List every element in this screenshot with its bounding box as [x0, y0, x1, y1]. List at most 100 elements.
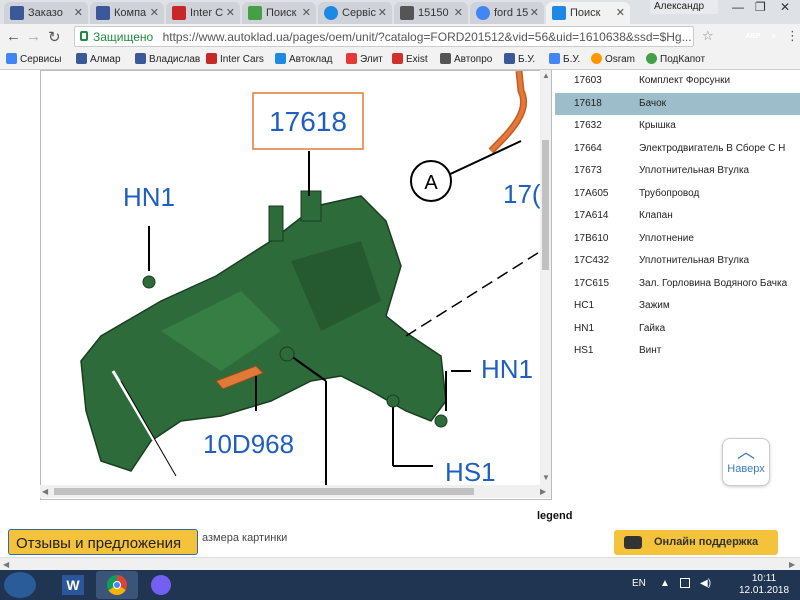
- taskbar-app-word[interactable]: W: [52, 571, 94, 599]
- close-icon[interactable]: ✕: [302, 6, 311, 19]
- bookmark-item[interactable]: Б.У.: [549, 53, 580, 65]
- scroll-right-icon[interactable]: ▶: [540, 487, 546, 496]
- close-icon[interactable]: ✕: [530, 6, 539, 19]
- parts-list-row[interactable]: 17B610 Уплотнение: [555, 228, 800, 250]
- bookmark-item[interactable]: Элит: [346, 53, 383, 65]
- scroll-left-icon[interactable]: ◀: [42, 487, 48, 496]
- network-icon[interactable]: [680, 578, 690, 588]
- browser-tab[interactable]: ford 15 ✕: [470, 2, 544, 24]
- extension-icon[interactable]: e: [766, 29, 782, 45]
- bookmark-item[interactable]: Алмар: [76, 53, 121, 65]
- taskbar-app-viber[interactable]: [140, 571, 182, 599]
- secure-label: Защищено: [93, 30, 154, 44]
- reload-icon[interactable]: ↻: [48, 28, 61, 46]
- bookmark-icon: [549, 53, 560, 64]
- scroll-down-icon[interactable]: ▼: [542, 473, 550, 482]
- diagram-horizontal-scrollbar[interactable]: ◀ ▶: [40, 485, 551, 498]
- label-partial[interactable]: 17(: [503, 179, 541, 209]
- legend-heading: legend: [537, 510, 573, 522]
- parts-list-row[interactable]: 17A605 Трубопровод: [555, 183, 800, 205]
- star-icon[interactable]: ☆: [702, 28, 714, 44]
- scroll-up-icon[interactable]: ▲: [542, 71, 550, 80]
- bookmark-item[interactable]: Сервисы: [6, 53, 61, 65]
- parts-diagram[interactable]: 17618 HN1 HN1 HS1 10D968 17( A: [40, 70, 552, 500]
- browser-tab[interactable]: Inter C ✕: [166, 2, 240, 24]
- bookmark-item[interactable]: Inter Cars: [206, 53, 264, 65]
- part-code: 17632: [574, 120, 602, 131]
- browser-tab[interactable]: 15150 ✕: [394, 2, 468, 24]
- close-icon[interactable]: ✕: [378, 6, 387, 19]
- parts-list-row[interactable]: 17C615 Зал. Горловина Водяного Бачка: [555, 273, 800, 295]
- language-indicator[interactable]: EN: [632, 578, 646, 589]
- online-support-button[interactable]: Онлайн поддержка: [614, 530, 778, 555]
- label-hn1-left[interactable]: HN1: [123, 182, 175, 212]
- label-hs1[interactable]: HS1: [445, 457, 496, 487]
- label-10d968[interactable]: 10D968: [203, 429, 294, 459]
- bookmark-item[interactable]: ПодКапот: [646, 53, 705, 65]
- parts-list-row[interactable]: 17618 Бачок: [555, 92, 800, 115]
- bookmark-item[interactable]: Б.У.: [504, 53, 535, 65]
- parts-list-row[interactable]: 17A614 Клапан: [555, 205, 800, 227]
- close-icon[interactable]: ✕: [616, 6, 625, 19]
- bookmark-item[interactable]: Владислав: [135, 53, 200, 65]
- parts-list-row[interactable]: 17603 Комплект Форсунки: [555, 70, 800, 92]
- close-icon[interactable]: ✕: [226, 6, 235, 19]
- parts-list-row[interactable]: HN1 Гайка: [555, 318, 800, 340]
- window-close-icon[interactable]: ✕: [780, 0, 790, 14]
- parts-list-row[interactable]: 17673 Уплотнительная Втулка: [555, 160, 800, 182]
- close-icon[interactable]: ✕: [454, 6, 463, 19]
- scroll-thumb[interactable]: [54, 488, 474, 495]
- address-bar[interactable]: Защищено https://www.autoklad.ua/pages/o…: [74, 26, 694, 47]
- label-17618[interactable]: 17618: [269, 106, 347, 137]
- taskbar-app-chrome[interactable]: [96, 571, 138, 599]
- feedback-button[interactable]: Отзывы и предложения: [8, 529, 198, 555]
- back-to-top-button[interactable]: ︿ Наверх: [722, 438, 770, 486]
- page-horizontal-scrollbar[interactable]: ◀ ▶: [0, 557, 800, 570]
- grommet-part[interactable]: [279, 346, 295, 362]
- tray-arrow-icon[interactable]: ▲: [660, 578, 670, 589]
- opera-extension-icon[interactable]: [724, 29, 740, 45]
- screw-hs1[interactable]: [386, 394, 400, 408]
- tab-favicon: [10, 6, 24, 20]
- part-name: Трубопровод: [639, 187, 700, 199]
- parts-list-row[interactable]: 17664 Электродвигатель В Сборе С Н: [555, 138, 800, 160]
- browser-tab[interactable]: Сервіс ✕: [318, 2, 392, 24]
- feedback-label: Отзывы и предложения: [16, 535, 182, 552]
- parts-list-row[interactable]: 17632 Крышка: [555, 115, 800, 137]
- scroll-thumb[interactable]: [542, 140, 549, 270]
- nut-hn1-right[interactable]: [434, 414, 448, 428]
- nut-hn1-left[interactable]: [142, 275, 156, 289]
- parts-list-row[interactable]: 17C432 Уплотнительная Втулка: [555, 250, 800, 272]
- bookmark-item[interactable]: Автопро: [440, 53, 492, 65]
- part-code: 17603: [574, 75, 602, 86]
- diagram-vertical-scrollbar[interactable]: ▲ ▼: [540, 70, 551, 485]
- close-icon[interactable]: ✕: [74, 6, 83, 19]
- browser-tab-active[interactable]: Поиск ✕: [546, 2, 630, 24]
- start-button[interactable]: [4, 572, 36, 598]
- adblock-extension-icon[interactable]: ABP: [745, 29, 761, 45]
- bookmark-item[interactable]: Exist: [392, 53, 428, 65]
- volume-icon[interactable]: ◀): [700, 578, 711, 589]
- menu-icon[interactable]: ⋮: [786, 28, 799, 44]
- system-clock[interactable]: 10:11 12.01.2018: [738, 573, 790, 597]
- browser-tab[interactable]: Заказо ✕: [4, 2, 88, 24]
- bookmark-item[interactable]: Osram: [591, 53, 635, 65]
- part-code: 17618: [574, 97, 602, 109]
- browser-tab[interactable]: Поиск ✕: [242, 2, 316, 24]
- bookmark-icon: [76, 53, 87, 64]
- bookmark-item[interactable]: Автоклад: [275, 53, 333, 65]
- maximize-icon[interactable]: ❐: [755, 0, 766, 14]
- label-hn1-right[interactable]: HN1: [481, 354, 533, 384]
- parts-list-row[interactable]: HC1 Зажим: [555, 295, 800, 317]
- parts-list: 17603 Комплект Форсунки 17618 Бачок 17632 Кры…: [555, 70, 800, 365]
- parts-list-row[interactable]: HS1 Винт: [555, 340, 800, 362]
- profile-button[interactable]: Александр: [650, 0, 718, 14]
- apps-icon: [6, 53, 17, 64]
- close-icon[interactable]: ✕: [150, 6, 159, 19]
- minimize-icon[interactable]: —: [732, 0, 744, 14]
- scroll-left-icon[interactable]: ◀: [3, 560, 9, 569]
- browser-tab[interactable]: Компа ✕: [90, 2, 164, 24]
- forward-arrow-icon[interactable]: →: [26, 28, 41, 45]
- back-arrow-icon[interactable]: ←: [6, 28, 21, 45]
- scroll-right-icon[interactable]: ▶: [789, 560, 795, 569]
